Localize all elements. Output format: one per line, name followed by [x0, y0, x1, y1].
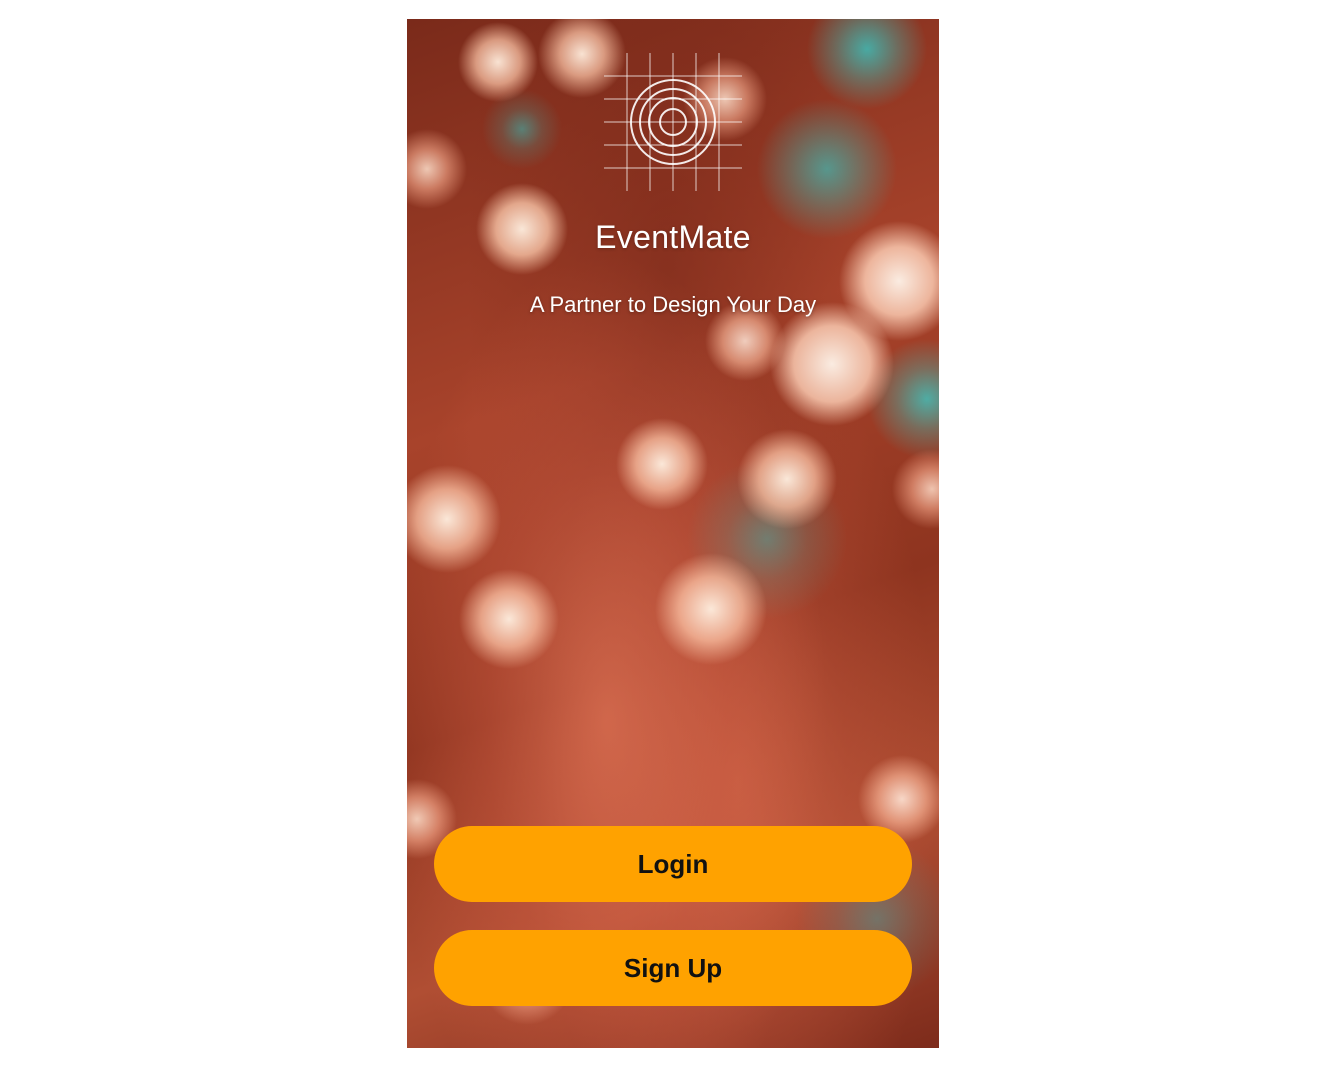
app-title: EventMate: [595, 219, 751, 255]
app-tagline: A Partner to Design Your Day: [529, 292, 817, 317]
splash-screen: EventMate A Partner to Design Your Day L…: [407, 19, 939, 1048]
grid-target-icon: [604, 53, 742, 191]
login-button[interactable]: Login: [434, 826, 912, 902]
signup-button[interactable]: Sign Up: [434, 930, 912, 1006]
